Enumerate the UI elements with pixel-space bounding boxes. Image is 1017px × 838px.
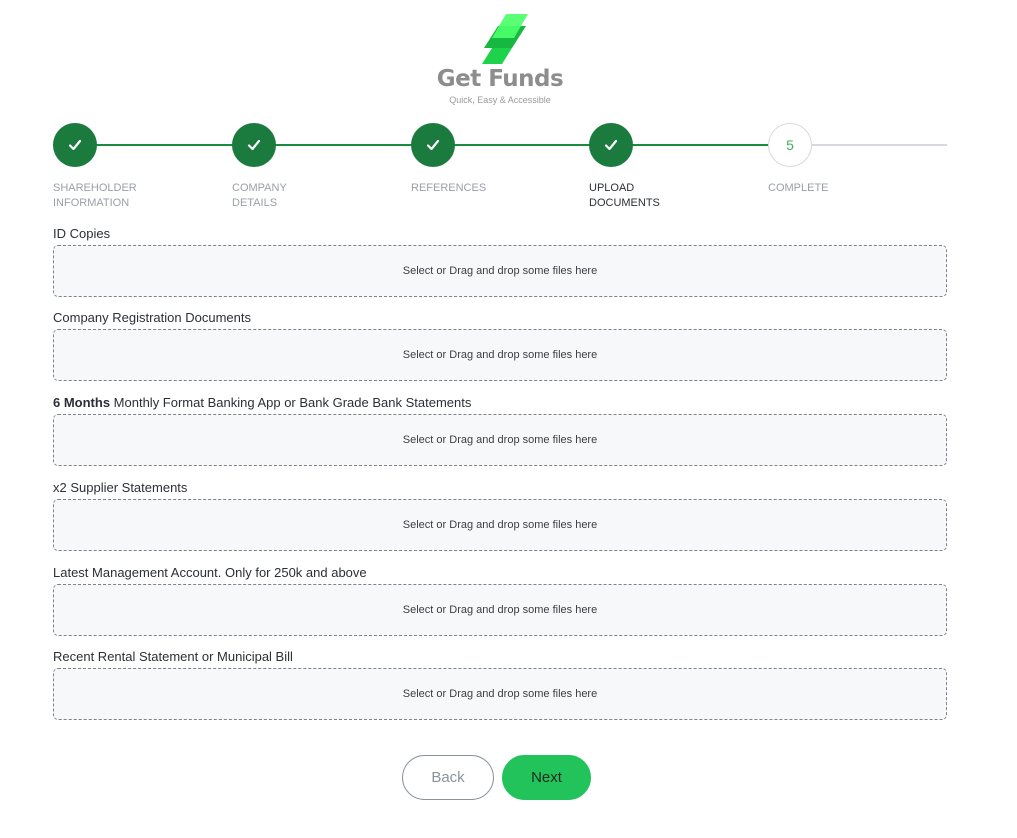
step-references[interactable]: REFERENCES bbox=[411, 123, 561, 196]
upload-field-management-account: Latest Management Account. Only for 250k… bbox=[53, 565, 947, 636]
check-icon bbox=[247, 139, 261, 151]
file-dropzone[interactable]: Select or Drag and drop some files here bbox=[53, 499, 947, 551]
file-dropzone[interactable]: Select or Drag and drop some files here bbox=[53, 668, 947, 720]
step-label: REFERENCES bbox=[411, 182, 487, 194]
brand-tagline: Quick, Easy & Accessible bbox=[449, 95, 551, 105]
step-shareholder-information[interactable]: SHAREHOLDER INFORMATION bbox=[53, 123, 203, 211]
field-label: Latest Management Account. Only for 250k… bbox=[53, 565, 367, 580]
back-button[interactable]: Back bbox=[402, 755, 494, 800]
field-label-emphasis: 6 Months bbox=[53, 395, 111, 410]
check-icon bbox=[426, 139, 440, 151]
upload-field-id-copies: ID Copies Select or Drag and drop some f… bbox=[53, 226, 947, 297]
field-label: ID Copies bbox=[53, 226, 111, 241]
step-label: SHAREHOLDER INFORMATION bbox=[53, 182, 137, 209]
upload-field-rental-statement: Recent Rental Statement or Municipal Bil… bbox=[53, 649, 947, 720]
file-dropzone[interactable]: Select or Drag and drop some files here bbox=[53, 414, 947, 466]
step-complete-circle bbox=[411, 123, 455, 167]
step-upload-documents[interactable]: UPLOAD DOCUMENTS bbox=[589, 123, 739, 211]
field-label: Recent Rental Statement or Municipal Bil… bbox=[53, 649, 293, 664]
check-icon bbox=[68, 139, 82, 151]
next-button[interactable]: Next bbox=[502, 755, 591, 800]
step-label: COMPANY DETAILS bbox=[232, 182, 287, 209]
upload-field-company-registration: Company Registration Documents Select or… bbox=[53, 310, 947, 381]
step-complete-circle bbox=[232, 123, 276, 167]
upload-field-supplier-statements: x2 Supplier Statements Select or Drag an… bbox=[53, 480, 947, 551]
field-label: 6 Months Monthly Format Banking App or B… bbox=[53, 395, 947, 411]
step-company-details[interactable]: COMPANY DETAILS bbox=[232, 123, 382, 211]
file-dropzone[interactable]: Select or Drag and drop some files here bbox=[53, 245, 947, 297]
step-complete[interactable]: 5 COMPLETE bbox=[768, 123, 918, 196]
check-icon bbox=[604, 139, 618, 151]
step-current-circle bbox=[589, 123, 633, 167]
file-dropzone[interactable]: Select or Drag and drop some files here bbox=[53, 329, 947, 381]
step-label: COMPLETE bbox=[768, 182, 829, 194]
upload-field-bank-statements: 6 Months Monthly Format Banking App or B… bbox=[53, 395, 947, 466]
file-dropzone[interactable]: Select or Drag and drop some files here bbox=[53, 584, 947, 636]
lightning-layers-logo-icon bbox=[482, 14, 528, 64]
field-label: Company Registration Documents bbox=[53, 310, 251, 325]
step-complete-circle bbox=[53, 123, 97, 167]
field-label: x2 Supplier Statements bbox=[53, 480, 188, 495]
step-label-active: UPLOAD DOCUMENTS bbox=[589, 182, 660, 209]
field-label-text: Monthly Format Banking App or Bank Grade… bbox=[110, 395, 472, 410]
brand-logo: Get Funds Quick, Easy & Accessible bbox=[0, 8, 1000, 106]
step-pending-circle: 5 bbox=[768, 123, 812, 167]
progress-stepper: SHAREHOLDER INFORMATION COMPANY DETAILS … bbox=[53, 123, 947, 213]
brand-name: Get Funds bbox=[436, 66, 564, 92]
